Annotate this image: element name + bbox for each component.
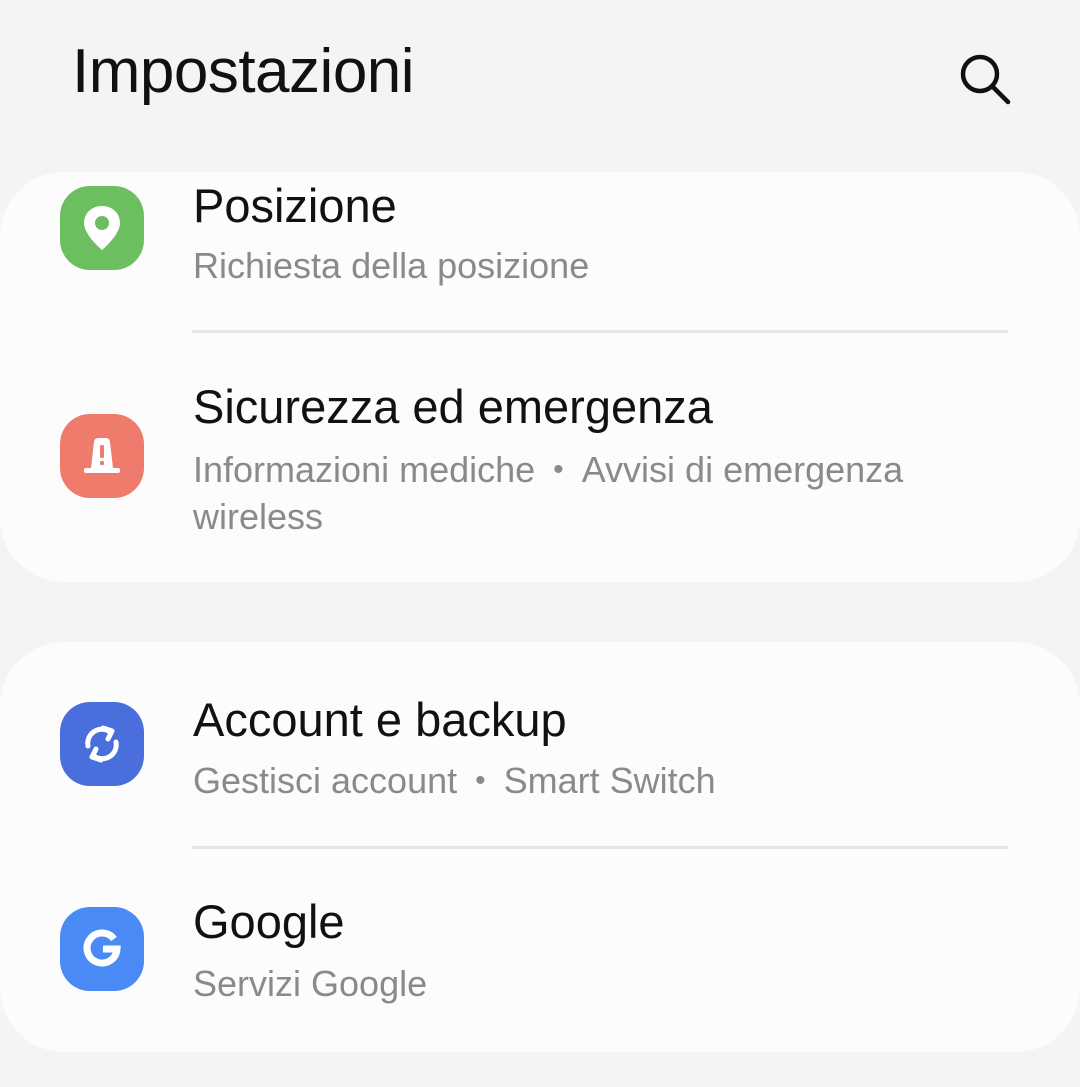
subtitle-part: Gestisci account — [193, 760, 458, 801]
settings-item-title: Account e backup — [193, 693, 567, 746]
settings-item-subtitle: Servizi Google — [193, 963, 428, 1004]
settings-item-sicurezza[interactable]: Sicurezza ed emergenza Informazioni medi… — [0, 333, 1080, 582]
settings-item-title: Google — [193, 895, 345, 948]
google-g-icon — [60, 907, 144, 991]
settings-item-title: Sicurezza ed emergenza — [193, 380, 713, 433]
search-button[interactable] — [950, 44, 1020, 114]
page-title: Impostazioni — [72, 37, 415, 106]
settings-item-posizione[interactable]: Posizione Richiesta della posizione — [0, 172, 1080, 332]
separator-dot: • — [553, 453, 564, 486]
emergency-siren-icon — [60, 414, 144, 498]
location-pin-icon — [60, 186, 144, 270]
app-header: Impostazioni — [0, 0, 1080, 160]
sync-icon — [60, 702, 144, 786]
settings-item-subtitle: Gestisci account • Smart Switch — [193, 757, 993, 804]
settings-item-account-backup[interactable]: Account e backup Gestisci account • Smart … — [0, 642, 1080, 847]
settings-group-2: Account e backup Gestisci account • Smart … — [0, 642, 1080, 1052]
settings-item-title: Posizione — [193, 179, 397, 232]
settings-item-subtitle: Richiesta della posizione — [193, 245, 590, 286]
subtitle-part: Smart Switch — [503, 760, 716, 801]
settings-item-subtitle: Informazioni mediche • Avvisi di emergenza… — [193, 446, 993, 540]
subtitle-part: Informazioni mediche — [193, 449, 536, 490]
separator-dot: • — [475, 764, 486, 797]
settings-group-1: Posizione Richiesta della posizione Sicu… — [0, 172, 1080, 582]
search-icon — [960, 54, 1011, 105]
settings-item-google[interactable]: Google Servizi Google — [0, 849, 1080, 1052]
